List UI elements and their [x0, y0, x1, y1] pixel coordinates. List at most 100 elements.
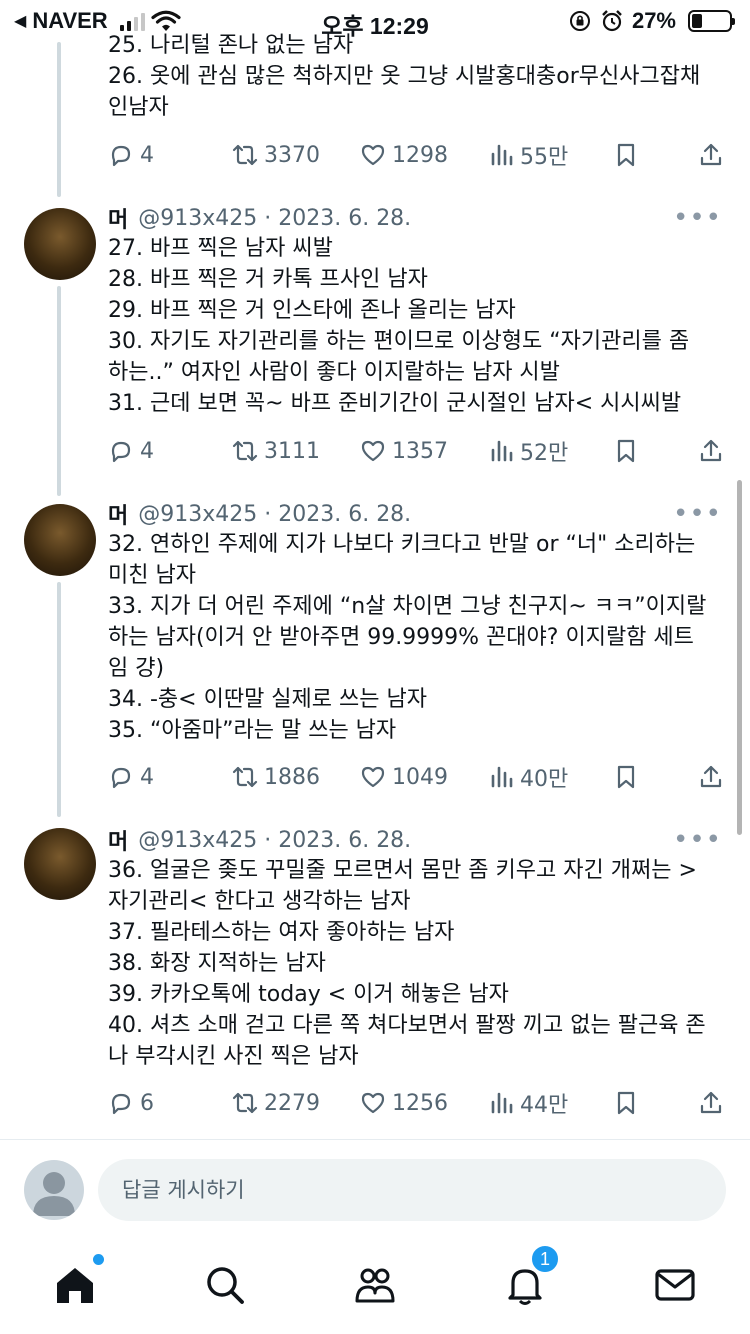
- retweet-count: 1886: [264, 764, 320, 790]
- bookmark-button[interactable]: [613, 762, 639, 792]
- tweet[interactable]: 머 @913x425 · 2023. 6. 28. ••• 32. 연하인 주제…: [0, 496, 750, 816]
- reply-icon: [108, 1090, 134, 1116]
- reply-button[interactable]: 4: [108, 140, 154, 170]
- communities-icon: [355, 1268, 395, 1303]
- retweet-icon: [232, 1090, 258, 1116]
- reply-count: 4: [140, 764, 154, 790]
- tweet-line: 30. 자기도 자기관리를 하는 편이므로 이상형도 “자기관리를 좀: [108, 329, 690, 354]
- avatar[interactable]: [24, 504, 96, 576]
- notification-badge: 1: [530, 1244, 560, 1274]
- more-options-icon[interactable]: •••: [673, 205, 722, 231]
- reply-count: 6: [140, 1090, 154, 1116]
- tweet-text: 27. 바프 찍은 남자 씨발 28. 바프 찍은 거 카톡 프사인 남자 29…: [108, 233, 728, 419]
- tweet-line: 29. 바프 찍은 거 인스타에 존나 올리는 남자: [108, 298, 516, 323]
- tweet-actions: 6 2279 1256 44만: [108, 1088, 728, 1118]
- tweet-actions: 4 3370 1298 55만: [108, 140, 728, 170]
- tweet[interactable]: 머 @913x425 · 2023. 6. 28. ••• 27. 바프 찍은 …: [0, 200, 750, 490]
- tweet[interactable]: 25. 나리털 존나 없는 남자 26. 옷에 관심 많은 척하지만 옷 그냥 …: [0, 30, 750, 210]
- retweet-count: 2279: [264, 1090, 320, 1116]
- avatar[interactable]: [24, 828, 96, 900]
- bookmark-button[interactable]: [613, 436, 639, 466]
- tweet-line: 37. 필라테스하는 여자 좋아하는 남자: [108, 920, 455, 945]
- tab-home[interactable]: [50, 1254, 104, 1310]
- tweet-header: 머 @913x425 · 2023. 6. 28.: [108, 824, 411, 856]
- retweet-button[interactable]: 3111: [232, 436, 320, 466]
- tab-notifications[interactable]: 1: [500, 1244, 560, 1310]
- tweet-line: 26. 옷에 관심 많은 척하지만 옷 그냥 시발홍대충or무신사그잡채: [108, 64, 701, 89]
- bookmark-button[interactable]: [613, 1088, 639, 1118]
- more-options-icon[interactable]: •••: [673, 501, 722, 527]
- like-button[interactable]: 1298: [360, 140, 448, 170]
- like-icon: [360, 764, 386, 790]
- reply-button[interactable]: 4: [108, 762, 154, 792]
- like-count: 1256: [392, 1090, 448, 1116]
- views-icon: [488, 1090, 514, 1116]
- tweet-line: 33. 지가 더 어린 주제에 “n살 차이면 그냥 친구지~ ㅋㅋ”이지랄: [108, 594, 707, 619]
- author-name[interactable]: 머: [108, 824, 128, 856]
- tab-communities[interactable]: [350, 1260, 400, 1310]
- retweet-icon: [232, 438, 258, 464]
- author-handle-date: @913x425 · 2023. 6. 28.: [138, 205, 412, 231]
- views-button[interactable]: 40만: [488, 762, 568, 792]
- retweet-button[interactable]: 2279: [232, 1088, 320, 1118]
- bookmark-icon: [613, 438, 639, 464]
- scrollbar[interactable]: [737, 480, 742, 835]
- views-count: 44만: [520, 1093, 569, 1118]
- battery-icon: [688, 10, 735, 32]
- reply-button[interactable]: 6: [108, 1088, 154, 1118]
- reply-input[interactable]: [98, 1159, 726, 1221]
- like-icon: [360, 438, 386, 464]
- share-icon: [698, 142, 724, 168]
- author-name[interactable]: 머: [108, 498, 128, 530]
- avatar[interactable]: [24, 208, 96, 280]
- tweet-line: 38. 화장 지적하는 남자: [108, 951, 326, 976]
- tweet-line: 인남자: [108, 95, 169, 120]
- my-avatar[interactable]: [24, 1160, 84, 1220]
- reply-icon: [108, 764, 134, 790]
- views-button[interactable]: 44만: [488, 1088, 568, 1118]
- like-icon: [360, 1090, 386, 1116]
- tab-messages[interactable]: [650, 1260, 700, 1310]
- more-options-icon[interactable]: •••: [673, 827, 722, 853]
- views-button[interactable]: 55만: [488, 140, 568, 170]
- reply-count: 4: [140, 438, 154, 464]
- like-button[interactable]: 1049: [360, 762, 448, 792]
- views-icon: [488, 438, 514, 464]
- tab-search[interactable]: [200, 1260, 250, 1310]
- tweet-line: 28. 바프 찍은 거 카톡 프사인 남자: [108, 267, 428, 292]
- retweet-count: 3111: [264, 438, 320, 464]
- tweet-line: 27. 바프 찍은 남자 씨발: [108, 236, 333, 261]
- views-icon: [488, 142, 514, 168]
- retweet-button[interactable]: 1886: [232, 762, 320, 792]
- views-icon: [488, 764, 514, 790]
- bookmark-icon: [613, 142, 639, 168]
- share-button[interactable]: [698, 1088, 724, 1118]
- like-count: 1298: [392, 142, 448, 168]
- reply-button[interactable]: 4: [108, 436, 154, 466]
- tweet-line: 하는 남자(이거 안 받아주면 99.9999% 꼰대야? 이지랄함 세트: [108, 625, 694, 650]
- views-count: 40만: [520, 767, 569, 792]
- bookmark-button[interactable]: [613, 140, 639, 170]
- bookmark-icon: [613, 1090, 639, 1116]
- share-button[interactable]: [698, 436, 724, 466]
- retweet-button[interactable]: 3370: [232, 140, 320, 170]
- tweet[interactable]: 머 @913x425 · 2023. 6. 28. ••• 36. 얼굴은 좆도…: [0, 822, 750, 1132]
- author-handle-date: @913x425 · 2023. 6. 28.: [138, 501, 412, 527]
- views-count: 55만: [520, 145, 569, 170]
- tweet-header: 머 @913x425 · 2023. 6. 28.: [108, 202, 412, 234]
- share-button[interactable]: [698, 140, 724, 170]
- tweet-line: 25. 나리털 존나 없는 남자: [108, 33, 354, 58]
- like-icon: [360, 142, 386, 168]
- tweet-line: 36. 얼굴은 좆도 꾸밀줄 모르면서 몸만 좀 키우고 자긴 개쩌는 >: [108, 858, 697, 883]
- like-button[interactable]: 1357: [360, 436, 448, 466]
- author-name[interactable]: 머: [108, 202, 128, 234]
- tweet-header: 머 @913x425 · 2023. 6. 28.: [108, 498, 412, 530]
- retweet-icon: [232, 142, 258, 168]
- tweet-text: 36. 얼굴은 좆도 꾸밀줄 모르면서 몸만 좀 키우고 자긴 개쩌는 > 자기…: [108, 855, 728, 1072]
- views-button[interactable]: 52만: [488, 436, 568, 466]
- share-button[interactable]: [698, 762, 724, 792]
- like-count: 1049: [392, 764, 448, 790]
- retweet-count: 3370: [264, 142, 320, 168]
- like-button[interactable]: 1256: [360, 1088, 448, 1118]
- search-icon: [207, 1267, 244, 1304]
